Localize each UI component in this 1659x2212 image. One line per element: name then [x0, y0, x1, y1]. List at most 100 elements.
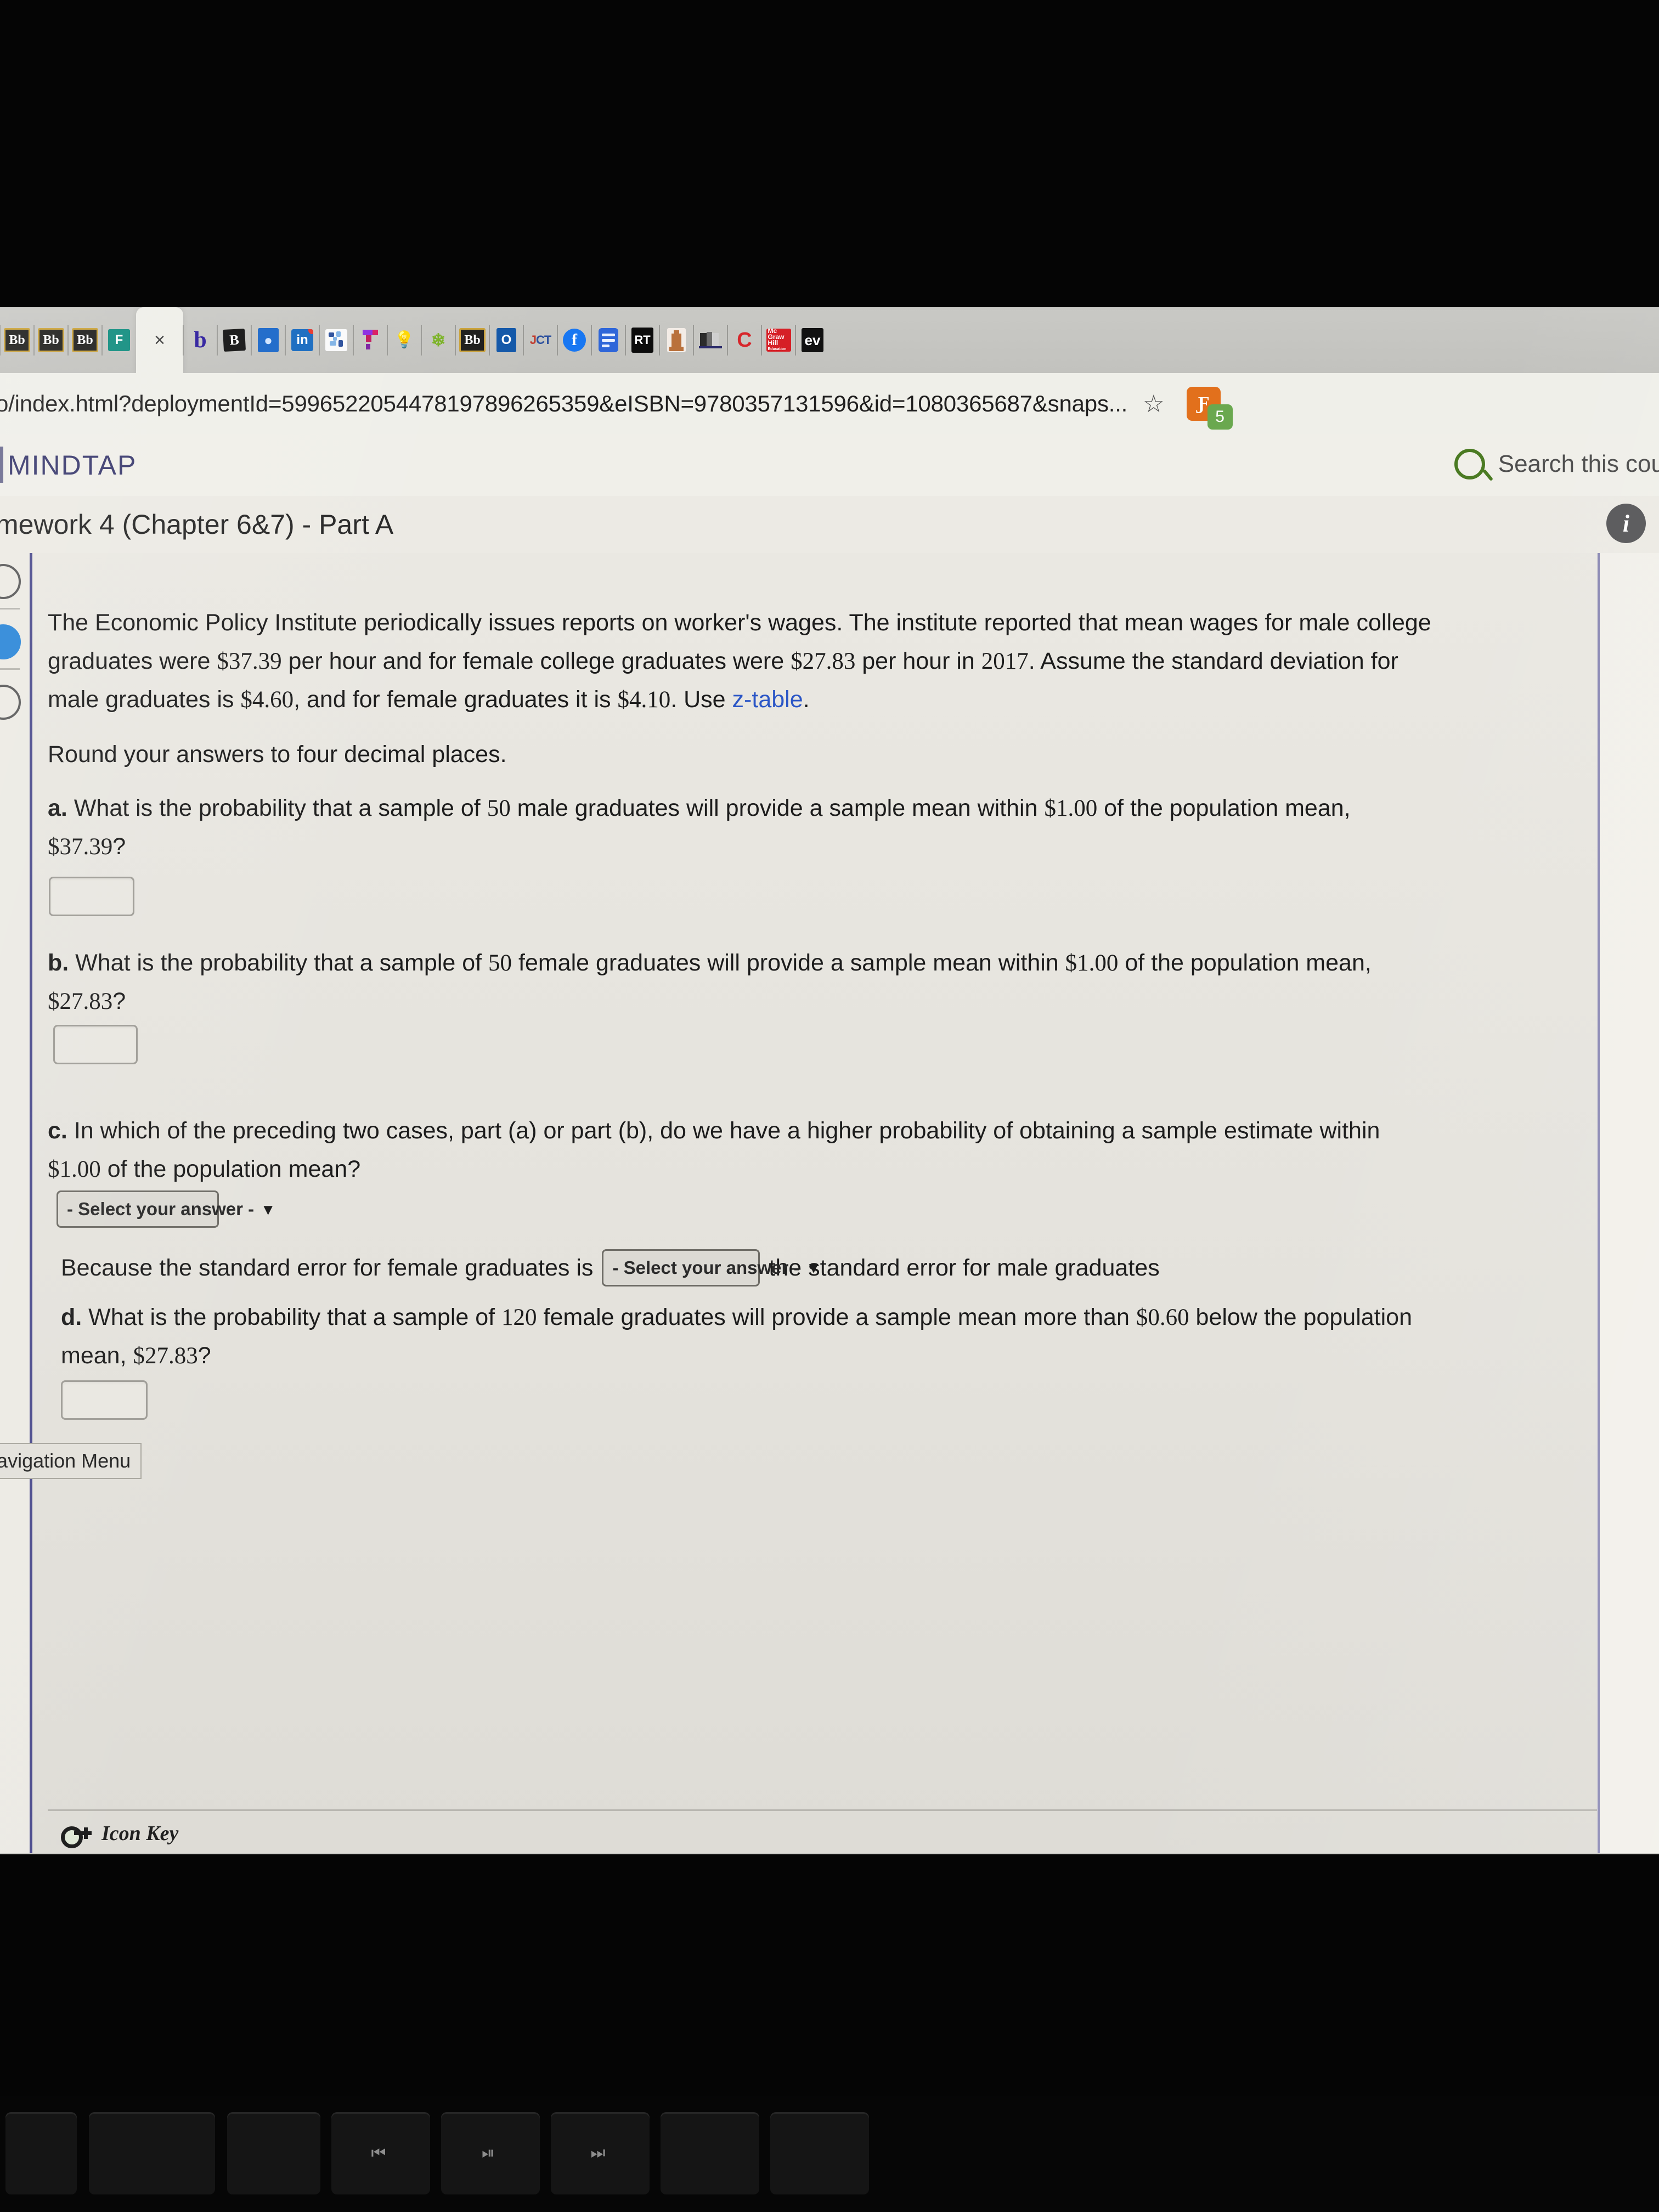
tetris-blocks-icon — [359, 329, 381, 352]
tab-separator — [319, 325, 320, 356]
question-intro-line-2: graduates were $37.39 per hour and for f… — [48, 642, 1592, 681]
key-mute — [661, 2112, 759, 2194]
intro-2d: . Assume the standard deviation for — [1028, 648, 1398, 674]
part-c-question-cont: $1.00 of the population mean? — [48, 1150, 1592, 1189]
mcgraw-hill-tab[interactable]: Mc Graw Hill Education — [761, 307, 795, 373]
part-b-question-cont: $27.83? — [48, 982, 1592, 1021]
blackboard-tab-4[interactable]: Bb — [455, 307, 489, 373]
evernote-tab[interactable]: ev — [795, 307, 830, 373]
tab-separator — [591, 325, 592, 356]
nav-question-2-current[interactable] — [0, 624, 21, 659]
blackboard-tab-1[interactable]: Bb — [0, 307, 34, 373]
cengage-icon: C — [737, 329, 752, 351]
tab-separator — [101, 325, 103, 356]
intro-3d: . — [803, 686, 810, 713]
part-a-mean: $37.39 — [48, 834, 113, 860]
right-scroll-gutter[interactable] — [1598, 553, 1659, 1853]
google-docs-tab[interactable] — [591, 307, 625, 373]
rounding-text: Round your answers to four decimal place… — [48, 741, 507, 768]
part-c-answer-select[interactable]: - Select your answer - ▾ — [57, 1190, 272, 1228]
intro-2b: per hour and for female college graduate… — [281, 648, 791, 674]
because-statement: Because the standard error for female gr… — [61, 1249, 1592, 1287]
mcgraw-line: Education — [768, 347, 787, 351]
microsoft-forms-tab[interactable]: F — [101, 307, 136, 373]
part-c-within: $1.00 — [48, 1156, 101, 1182]
blackboard-tab-2[interactable]: Bb — [33, 307, 68, 373]
icon-key[interactable]: Icon Key — [61, 1821, 178, 1848]
bitly-tab[interactable]: B — [217, 307, 251, 373]
part-d-sample-size: 120 — [501, 1305, 537, 1330]
blackboard-icon: Bb — [459, 328, 486, 352]
blackboard-icon: Bb — [4, 328, 30, 352]
tetris-tab[interactable] — [353, 307, 387, 373]
bitly-b-tab[interactable]: b — [183, 307, 217, 373]
part-d-question: d. What is the probability that a sample… — [61, 1298, 1592, 1337]
intro-3b: , and for female graduates it is — [294, 686, 618, 713]
because-answer-select[interactable]: - Select your answer - ▾ — [602, 1249, 818, 1286]
document-icon — [599, 328, 618, 352]
dark-logo-tab[interactable] — [693, 307, 727, 373]
rotten-tomatoes-icon: RT — [631, 328, 653, 353]
intro-3c: . Use — [670, 686, 732, 713]
mindtap-logo[interactable]: MINDTAP — [8, 449, 137, 481]
year-value: 2017 — [981, 648, 1029, 674]
bulb-tab[interactable]: 💡 — [387, 307, 421, 373]
part-d-text-2: female graduates will provide a sample m… — [537, 1304, 1136, 1330]
facebook-tab[interactable]: f — [557, 307, 591, 373]
search-label: Search this cou — [1498, 450, 1659, 477]
part-c-question: c. In which of the preceding two cases, … — [48, 1111, 1592, 1150]
jct-tab[interactable]: J CT — [523, 307, 557, 373]
question-navigation-rail[interactable] — [0, 553, 30, 1853]
tab-separator — [489, 325, 490, 356]
z-table-link[interactable]: z-table — [732, 686, 803, 713]
tab-separator — [761, 325, 762, 356]
cengage-tab[interactable]: C — [727, 307, 761, 373]
info-icon[interactable]: i — [1606, 504, 1646, 543]
rounding-instruction: Round your answers to four decimal place… — [48, 735, 1592, 774]
because-select-value: - Select your answer - — [612, 1257, 800, 1278]
facebook-icon: f — [563, 329, 586, 352]
tab-separator — [183, 325, 184, 356]
browser-address-bar[interactable]: o/index.html?deploymentId=59965220544781… — [0, 373, 1659, 435]
tab-separator — [727, 325, 728, 356]
part-d-label: d. — [61, 1304, 82, 1330]
part-d-text-1: What is the probability that a sample of — [82, 1304, 502, 1330]
nav-divider — [0, 668, 20, 670]
blackboard-icon: Bb — [38, 328, 64, 352]
bookmark-star-icon[interactable]: ☆ — [1143, 390, 1164, 418]
nav-question-3[interactable] — [0, 685, 21, 720]
mindtap-tab[interactable]: × — [136, 307, 183, 373]
url-text[interactable]: o/index.html?deploymentId=59965220544781… — [0, 391, 1127, 417]
blackboard-tab-3[interactable]: Bb — [67, 307, 102, 373]
tab-separator — [387, 325, 388, 356]
part-b-mean: $27.83 — [48, 989, 113, 1014]
tab-separator — [0, 325, 1, 356]
part-d-text-3: below the population — [1189, 1304, 1412, 1330]
footer-divider — [48, 1809, 1597, 1811]
next-track-icon: ⏭ — [590, 2144, 606, 2162]
globe-tab[interactable]: ● — [251, 307, 285, 373]
part-b-answer-input[interactable] — [53, 1025, 138, 1064]
extension-icon[interactable]: Ƒ 5 — [1186, 387, 1233, 430]
mcgraw-hill-icon: Mc Graw Hill Education — [766, 329, 791, 352]
part-d-answer-input[interactable] — [61, 1380, 148, 1420]
paint-tab[interactable] — [319, 307, 353, 373]
key-icon — [61, 1826, 92, 1848]
mindtap-header: MINDTAP Search this cou — [0, 435, 1659, 497]
pillar-tab[interactable] — [659, 307, 693, 373]
part-a-answer-input[interactable] — [49, 877, 134, 916]
nav-question-1[interactable] — [0, 564, 21, 599]
part-a-sample-size: 50 — [487, 795, 511, 821]
outlook-tab[interactable]: O — [489, 307, 523, 373]
leaf-tab[interactable]: ❄ — [421, 307, 455, 373]
part-a-label: a. — [48, 795, 67, 821]
rt-tab[interactable]: RT — [625, 307, 659, 373]
part-b-text-2: female graduates will provide a sample m… — [512, 950, 1065, 976]
linkedin-tab[interactable]: in — [285, 307, 319, 373]
part-a-within: $1.00 — [1044, 795, 1098, 821]
navigation-menu-tooltip: ons Navigation Menu — [0, 1443, 142, 1479]
browser-tabs: Bb Bb Bb F × b B ● in 💡 ❄ Bb O J CT f RT C Mc Graw Hill Educa… — [0, 307, 830, 373]
lightbulb-icon: 💡 — [394, 331, 415, 349]
search-this-course[interactable]: Search this cou — [1454, 449, 1659, 479]
key-3 — [227, 2112, 320, 2194]
